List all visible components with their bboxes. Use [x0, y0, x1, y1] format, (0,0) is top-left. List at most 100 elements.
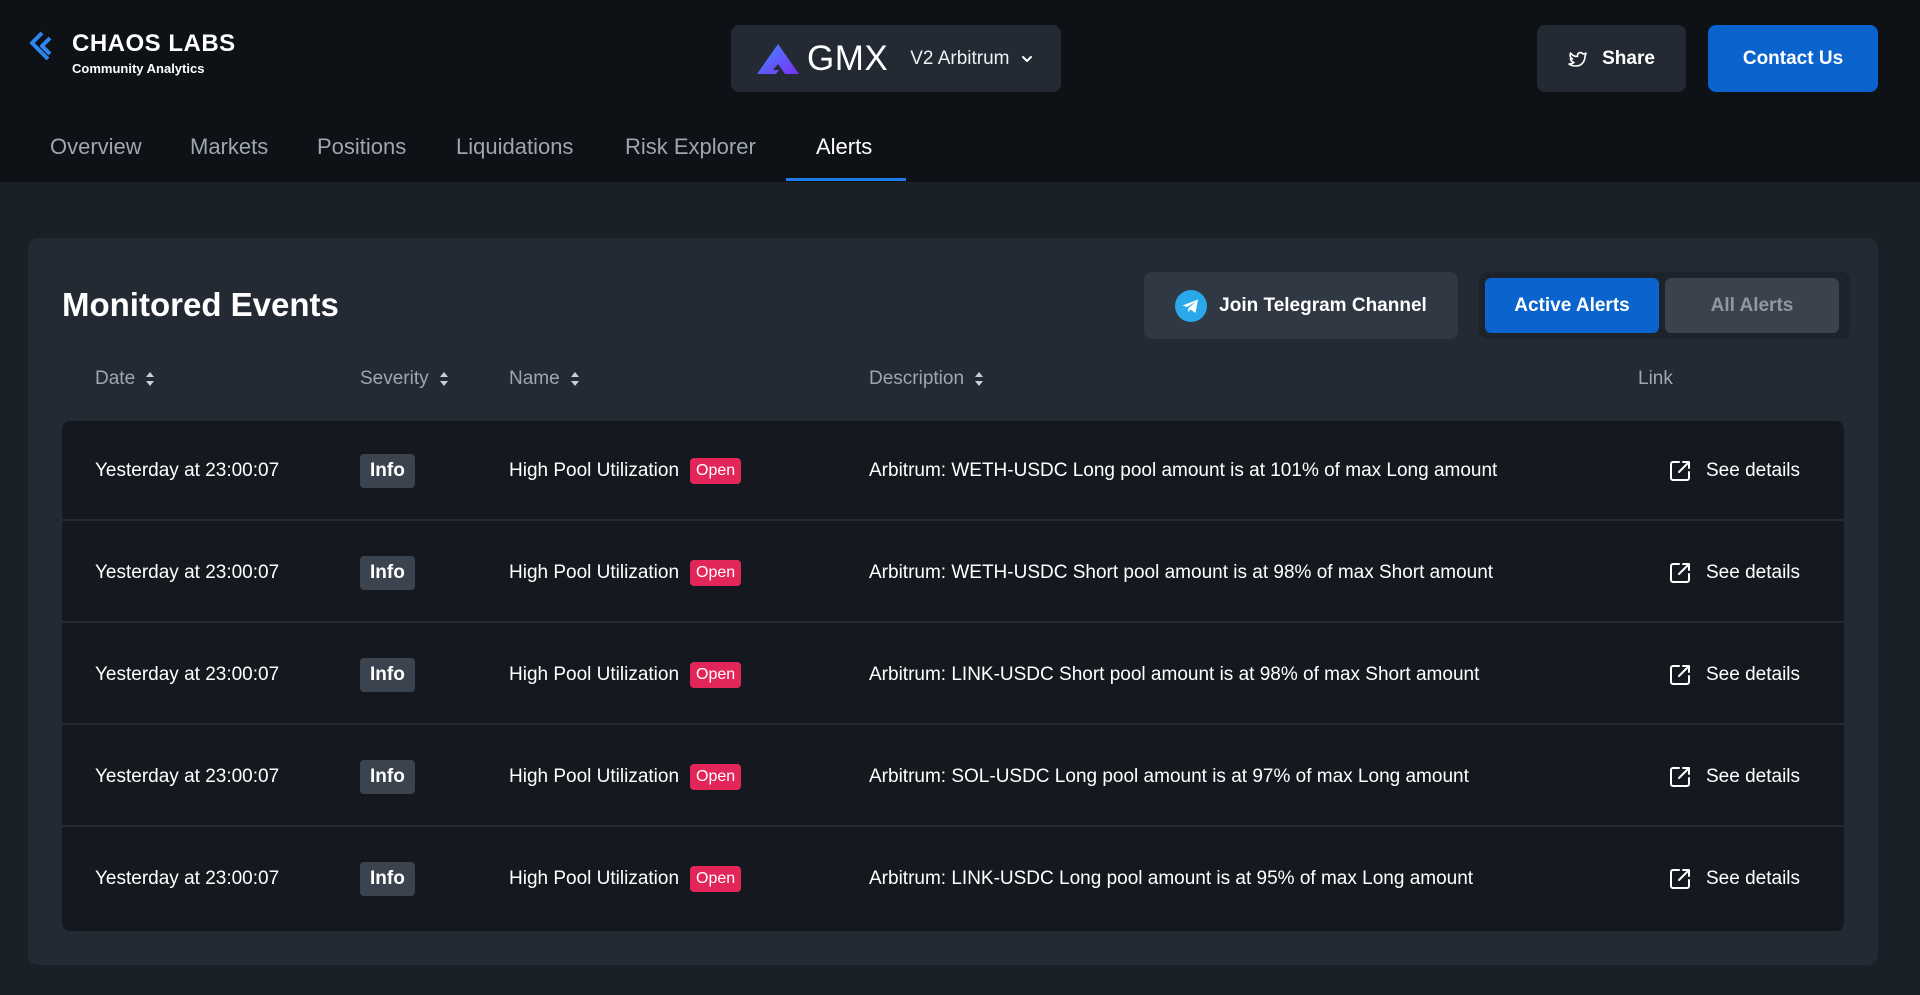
severity-badge: Info: [360, 556, 415, 590]
tab-liquidations[interactable]: Liquidations: [456, 124, 573, 182]
external-link-icon: [1670, 563, 1690, 583]
status-badge: Open: [690, 560, 742, 586]
severity-cell: Info: [360, 523, 415, 623]
protocol-name: GMX: [807, 38, 889, 78]
external-link-icon: [1670, 869, 1690, 889]
severity-cell: Info: [360, 829, 415, 929]
see-details-link[interactable]: See details: [1668, 727, 1800, 827]
status-badge: Open: [690, 866, 742, 892]
table-row: Yesterday at 23:00:07 Info High Pool Uti…: [62, 523, 1844, 623]
active-alerts-toggle[interactable]: Active Alerts: [1485, 278, 1659, 333]
description-cell: Arbitrum: LINK-USDC Long pool amount is …: [869, 868, 1474, 889]
severity-badge: Info: [360, 760, 415, 794]
description-cell: Arbitrum: SOL-USDC Long pool amount is a…: [869, 766, 1469, 787]
column-label-severity: Severity: [360, 368, 429, 389]
column-label-description: Description: [869, 368, 965, 389]
column-header-link: Link: [1638, 362, 1673, 396]
name-cell: High Pool Utilization Open: [509, 625, 742, 725]
severity-cell: Info: [360, 421, 415, 521]
column-label-date: Date: [95, 368, 136, 389]
alert-name: High Pool Utilization: [509, 868, 680, 889]
severity-cell: Info: [360, 727, 415, 827]
see-details-label: See details: [1706, 766, 1801, 787]
external-link-icon: [1670, 767, 1690, 787]
panel-title: Monitored Events: [62, 286, 339, 323]
gmx-logo-icon: [757, 43, 799, 74]
tab-alerts[interactable]: Alerts: [816, 124, 872, 182]
brand-subtitle: Community Analytics: [72, 61, 205, 76]
alert-name: High Pool Utilization: [509, 766, 680, 787]
see-details-link[interactable]: See details: [1668, 523, 1800, 623]
chaos-labs-logo-icon: [30, 31, 52, 61]
status-badge: Open: [690, 662, 742, 688]
active-alerts-label: Active Alerts: [1514, 294, 1630, 316]
status-badge: Open: [690, 764, 742, 790]
alert-name: High Pool Utilization: [509, 562, 680, 583]
see-details-label: See details: [1706, 664, 1801, 685]
top-bar: CHAOS LABS Community Analytics GMX V2 Ar…: [0, 0, 1920, 182]
telegram-label: Join Telegram Channel: [1219, 294, 1427, 316]
severity-badge: Info: [360, 658, 415, 692]
monitored-events-panel: Monitored Events Join Telegram Channel A…: [28, 238, 1878, 965]
severity-badge: Info: [360, 862, 415, 896]
brand[interactable]: CHAOS LABS Community Analytics: [28, 30, 236, 78]
column-label-name: Name: [509, 368, 560, 389]
share-label: Share: [1602, 47, 1655, 69]
see-details-link[interactable]: See details: [1668, 421, 1800, 521]
status-badge: Open: [690, 458, 742, 484]
tab-positions[interactable]: Positions: [317, 124, 406, 182]
telegram-icon: [1175, 289, 1208, 322]
contact-us-button[interactable]: Contact Us: [1708, 25, 1878, 92]
date-cell: Yesterday at 23:00:07: [95, 664, 280, 685]
sort-icon: [570, 372, 579, 386]
brand-name: CHAOS LABS: [72, 30, 236, 57]
join-telegram-button[interactable]: Join Telegram Channel: [1144, 272, 1458, 339]
twitter-bird-icon: [1568, 51, 1587, 67]
see-details-link[interactable]: See details: [1668, 625, 1800, 725]
external-link-icon: [1670, 665, 1690, 685]
see-details-label: See details: [1706, 562, 1801, 583]
see-details-label: See details: [1706, 868, 1801, 889]
column-header-severity[interactable]: Severity: [360, 362, 449, 396]
name-cell: High Pool Utilization Open: [509, 829, 742, 929]
table-header: Date Severity Name Description Link: [28, 362, 1878, 396]
date-cell: Yesterday at 23:00:07: [95, 868, 280, 889]
name-cell: High Pool Utilization Open: [509, 421, 742, 521]
tab-markets[interactable]: Markets: [190, 124, 268, 182]
external-link-icon: [1670, 461, 1690, 481]
column-header-date[interactable]: Date: [95, 362, 155, 396]
share-button[interactable]: Share: [1537, 25, 1686, 92]
sort-icon: [975, 372, 984, 386]
date-cell: Yesterday at 23:00:07: [95, 766, 280, 787]
description-cell: Arbitrum: WETH-USDC Long pool amount is …: [869, 460, 1498, 481]
sort-icon: [439, 372, 448, 386]
network-label: V2 Arbitrum: [910, 47, 1010, 69]
table-row: Yesterday at 23:00:07 Info High Pool Uti…: [62, 727, 1844, 827]
tab-risk-explorer[interactable]: Risk Explorer: [625, 124, 756, 182]
sort-icon: [146, 372, 155, 386]
table-row: Yesterday at 23:00:07 Info High Pool Uti…: [62, 625, 1844, 725]
description-cell: Arbitrum: LINK-USDC Short pool amount is…: [869, 664, 1480, 685]
table-row: Yesterday at 23:00:07 Info High Pool Uti…: [62, 421, 1844, 521]
chevron-down-icon: [1021, 55, 1032, 62]
severity-badge: Info: [360, 454, 415, 488]
name-cell: High Pool Utilization Open: [509, 523, 742, 623]
alert-name: High Pool Utilization: [509, 664, 680, 685]
table-row: Yesterday at 23:00:07 Info High Pool Uti…: [62, 829, 1844, 929]
active-tab-indicator: [786, 178, 906, 181]
see-details-label: See details: [1706, 460, 1801, 481]
column-label-link: Link: [1638, 368, 1673, 389]
alert-name: High Pool Utilization: [509, 460, 680, 481]
see-details-link[interactable]: See details: [1668, 829, 1800, 929]
name-cell: High Pool Utilization Open: [509, 727, 742, 827]
alerts-table-body: Yesterday at 23:00:07 Info High Pool Uti…: [62, 421, 1844, 931]
date-cell: Yesterday at 23:00:07: [95, 562, 280, 583]
date-cell: Yesterday at 23:00:07: [95, 460, 280, 481]
contact-label: Contact Us: [1742, 47, 1844, 69]
column-header-description[interactable]: Description: [869, 362, 984, 396]
protocol-selector[interactable]: GMX V2 Arbitrum: [731, 25, 1061, 92]
description-cell: Arbitrum: WETH-USDC Short pool amount is…: [869, 562, 1494, 583]
tab-overview[interactable]: Overview: [50, 124, 142, 182]
column-header-name[interactable]: Name: [509, 362, 580, 396]
all-alerts-toggle[interactable]: All Alerts: [1665, 278, 1839, 333]
